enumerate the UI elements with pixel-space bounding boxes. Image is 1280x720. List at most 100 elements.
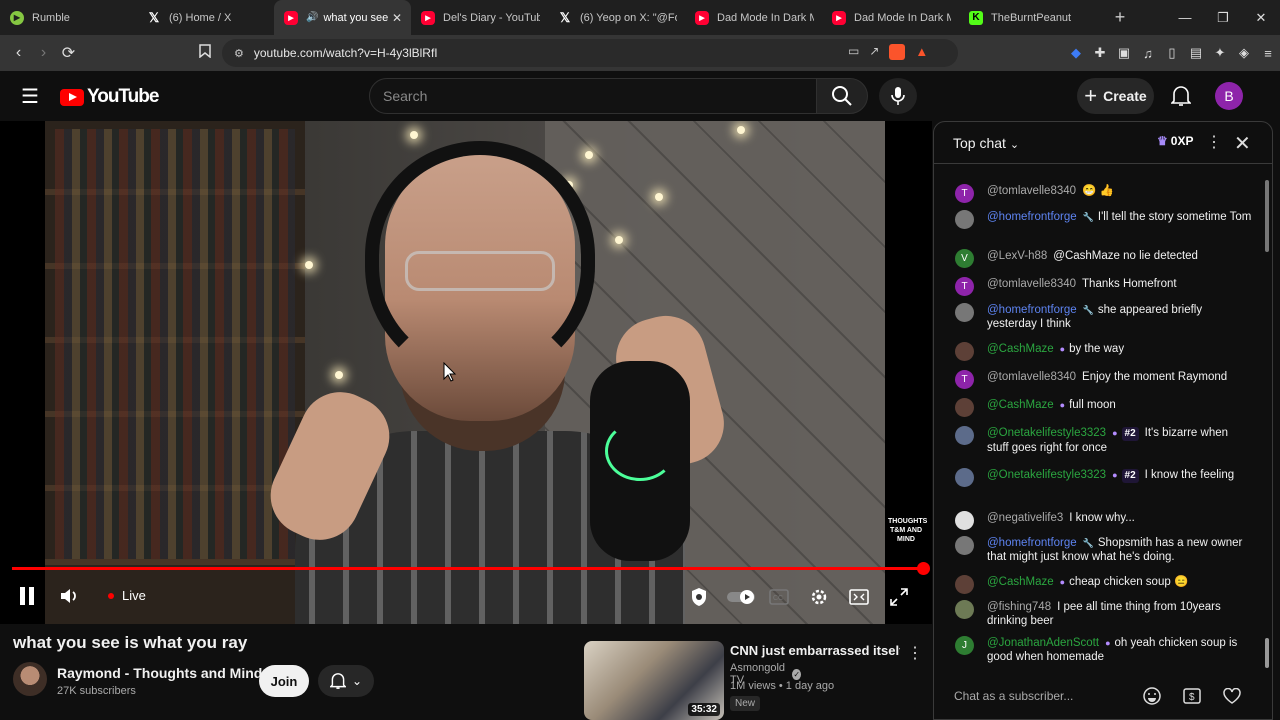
browser-tab[interactable]: 𝕏 (6) Home / X: [137, 0, 274, 35]
browser-tab[interactable]: K TheBurntPeanut: [959, 0, 1096, 35]
chat-author[interactable]: @tomlavelle8340: [987, 278, 1076, 290]
chat-author[interactable]: @CashMaze: [987, 576, 1054, 588]
menu-hamburger-icon[interactable]: ☰: [18, 84, 42, 108]
vpn-icon[interactable]: ◈: [1232, 45, 1256, 61]
brave-shields-icon[interactable]: [889, 44, 906, 60]
browser-tab[interactable]: ▶ 🔊 what you see i ✕: [274, 0, 411, 35]
minimize-icon[interactable]: —: [1166, 0, 1204, 35]
reload-icon[interactable]: ⟳: [56, 43, 81, 63]
chat-message[interactable]: T @tomlavelle8340 😁 👍: [952, 184, 1252, 203]
chat-avatar[interactable]: J: [955, 636, 974, 655]
xp-badge[interactable]: ♛ 0XP: [1157, 134, 1193, 148]
chat-message[interactable]: @homefrontforge 🔧 Shopsmith has a new owne…: [952, 536, 1252, 564]
browser-tab[interactable]: 𝕏 (6) Yeop on X: "@Fors: [548, 0, 685, 35]
chat-avatar[interactable]: [955, 600, 974, 619]
chat-message[interactable]: @Onetakelifestyle3323 ● #2 I know the feeli…: [952, 468, 1252, 487]
puzzle-icon[interactable]: ✚: [1088, 45, 1112, 61]
chat-message[interactable]: T @tomlavelle8340 Thanks Homefront: [952, 277, 1252, 296]
captions-button[interactable]: CC: [764, 583, 794, 611]
chat-author[interactable]: @homefrontforge: [987, 304, 1077, 316]
chat-avatar[interactable]: [955, 426, 974, 445]
chat-message[interactable]: @Onetakelifestyle3323 ● #2 It's bizarre whe…: [952, 426, 1252, 455]
chat-author[interactable]: @fishing748: [987, 601, 1051, 613]
close-chat-icon[interactable]: ✕: [1234, 131, 1251, 156]
close-window-icon[interactable]: ✕: [1242, 0, 1280, 35]
chat-message[interactable]: @homefrontforge 🔧 she appeared briefly yes…: [952, 303, 1252, 331]
chat-message[interactable]: @CashMaze ● full moon: [952, 398, 1252, 417]
settings-button[interactable]: [804, 583, 834, 611]
chat-author[interactable]: @homefrontforge: [987, 211, 1077, 223]
extension-icon[interactable]: ◆: [1064, 45, 1088, 61]
site-settings-icon[interactable]: ⚙: [234, 47, 244, 60]
channel-name[interactable]: Raymond - Thoughts and Mind: [57, 665, 262, 681]
chat-author[interactable]: @CashMaze: [987, 343, 1054, 355]
chat-avatar[interactable]: [955, 511, 974, 530]
chat-message[interactable]: @homefrontforge 🔧 I'll tell the story some…: [952, 210, 1252, 229]
share-icon[interactable]: ↗: [869, 44, 879, 60]
chat-avatar[interactable]: [955, 303, 974, 322]
chat-author[interactable]: @Onetakelifestyle3323: [987, 427, 1106, 439]
browser-tab[interactable]: ▶ Dad Mode In Dark M: [822, 0, 959, 35]
browser-tab[interactable]: ▶ Rumble: [0, 0, 137, 35]
video-thumbnail[interactable]: 35:32: [584, 641, 724, 720]
notifications-button[interactable]: [1166, 81, 1196, 111]
chat-author[interactable]: @Onetakelifestyle3323: [987, 469, 1106, 481]
youtube-logo[interactable]: YouTube: [60, 86, 159, 108]
live-indicator[interactable]: Live: [108, 588, 146, 603]
browser-tab[interactable]: ▶ Dad Mode In Dark M: [685, 0, 822, 35]
brave-player-button[interactable]: [684, 583, 714, 611]
menu-icon[interactable]: ≡: [1256, 46, 1280, 61]
chat-scrollbar[interactable]: [1264, 168, 1270, 668]
chat-author[interactable]: @homefrontforge: [987, 537, 1077, 549]
chat-author[interactable]: @tomlavelle8340: [987, 371, 1076, 383]
browser-tab[interactable]: ▶ Del's Diary - YouTube: [411, 0, 548, 35]
chat-input[interactable]: Chat as a subscriber...: [954, 683, 1134, 709]
chat-avatar[interactable]: T: [955, 370, 974, 389]
search-button[interactable]: [816, 78, 868, 114]
close-tab-icon[interactable]: ✕: [391, 11, 403, 25]
channel-watermark[interactable]: THOUGHTS T&M AND MIND: [888, 517, 927, 545]
progress-bar[interactable]: [12, 562, 930, 575]
chat-avatar[interactable]: [955, 468, 974, 487]
more-options-icon[interactable]: ⋮: [907, 643, 923, 663]
chat-message[interactable]: @CashMaze ● cheap chicken soup 😑: [952, 575, 1252, 594]
chat-message[interactable]: @fishing748 I pee all time thing from 10y…: [952, 600, 1252, 628]
voice-search-button[interactable]: [879, 78, 917, 114]
emoji-icon[interactable]: [1141, 685, 1163, 707]
chat-author[interactable]: @CashMaze: [987, 399, 1054, 411]
forward-icon[interactable]: ›: [31, 44, 56, 62]
chat-message[interactable]: J @JonathanAdenScott ● oh yeah chicken soup…: [952, 636, 1252, 664]
chat-message[interactable]: V @LexV-h88 @CashMaze no lie detected: [952, 249, 1252, 268]
pause-icon[interactable]: [18, 587, 36, 607]
subscription-bell-button[interactable]: ⌄: [318, 665, 374, 697]
chat-author[interactable]: @JonathanAdenScott: [987, 637, 1099, 649]
super-chat-icon[interactable]: $: [1181, 685, 1203, 707]
create-button[interactable]: + Create: [1077, 78, 1154, 114]
join-button[interactable]: Join: [259, 665, 309, 697]
chat-avatar[interactable]: [955, 398, 974, 417]
chat-avatar[interactable]: [955, 536, 974, 555]
channel-avatar[interactable]: [13, 662, 47, 696]
chat-avatar[interactable]: T: [955, 184, 974, 203]
sidebar-icon[interactable]: ▯: [1160, 45, 1184, 61]
video-player[interactable]: THOUGHTS T&M AND MIND Live CC: [0, 121, 932, 624]
autoplay-toggle[interactable]: [724, 583, 758, 611]
theater-mode-button[interactable]: [844, 583, 874, 611]
wallet-icon[interactable]: ▣: [1112, 45, 1136, 61]
chat-mode-dropdown[interactable]: Top chat ⌄: [953, 135, 1019, 151]
chat-author[interactable]: @negativelife3: [987, 512, 1063, 524]
search-input[interactable]: Search: [369, 78, 817, 114]
cast-icon[interactable]: ▭: [848, 44, 859, 60]
music-icon[interactable]: ♫: [1136, 46, 1160, 61]
chat-avatar[interactable]: [955, 342, 974, 361]
progress-scrubber[interactable]: [917, 562, 930, 575]
chat-avatar[interactable]: [955, 210, 974, 229]
chat-author[interactable]: @LexV-h88: [987, 250, 1047, 262]
heart-icon[interactable]: [1221, 685, 1243, 707]
wallet-extension-icon[interactable]: ▤: [1184, 45, 1208, 61]
restore-icon[interactable]: ❐: [1204, 0, 1242, 35]
chat-author[interactable]: @tomlavelle8340: [987, 185, 1076, 197]
chat-message[interactable]: @CashMaze ● by the way: [952, 342, 1252, 361]
chat-options-icon[interactable]: ⋮: [1206, 132, 1222, 152]
brave-rewards-icon[interactable]: ▲: [915, 44, 928, 60]
